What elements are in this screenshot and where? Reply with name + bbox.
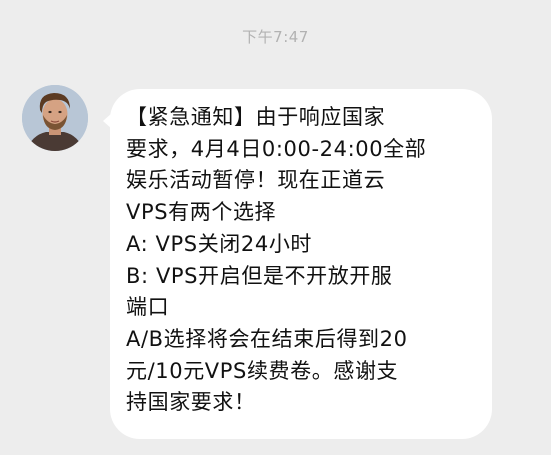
- message-line: 端口: [126, 295, 170, 320]
- message-line: VPS有两个选择: [126, 200, 277, 225]
- message-line: 持国家要求！: [126, 390, 256, 415]
- message-timestamp: 下午7:47: [242, 28, 309, 46]
- message-line: 元/10元VPS续费卷。感谢支: [126, 358, 399, 383]
- message-line: A/B选择将会在结束后得到20: [126, 326, 408, 351]
- message-line: 【紧急通知】由于响应国家: [126, 105, 386, 129]
- message-line: 要求，4月4日0:00-24:00全部: [126, 136, 427, 161]
- message-line: B: VPS开启但是不开放开服: [126, 263, 393, 288]
- message-line: 娱乐活动暂停！现在正道云: [126, 168, 386, 193]
- sender-avatar-icon[interactable]: [22, 85, 88, 151]
- message-bubble[interactable]: 【紧急通知】由于响应国家 要求，4月4日0:00-24:00全部 娱乐活动暂停！…: [103, 89, 492, 439]
- message-line: A: VPS关闭24小时: [126, 231, 313, 256]
